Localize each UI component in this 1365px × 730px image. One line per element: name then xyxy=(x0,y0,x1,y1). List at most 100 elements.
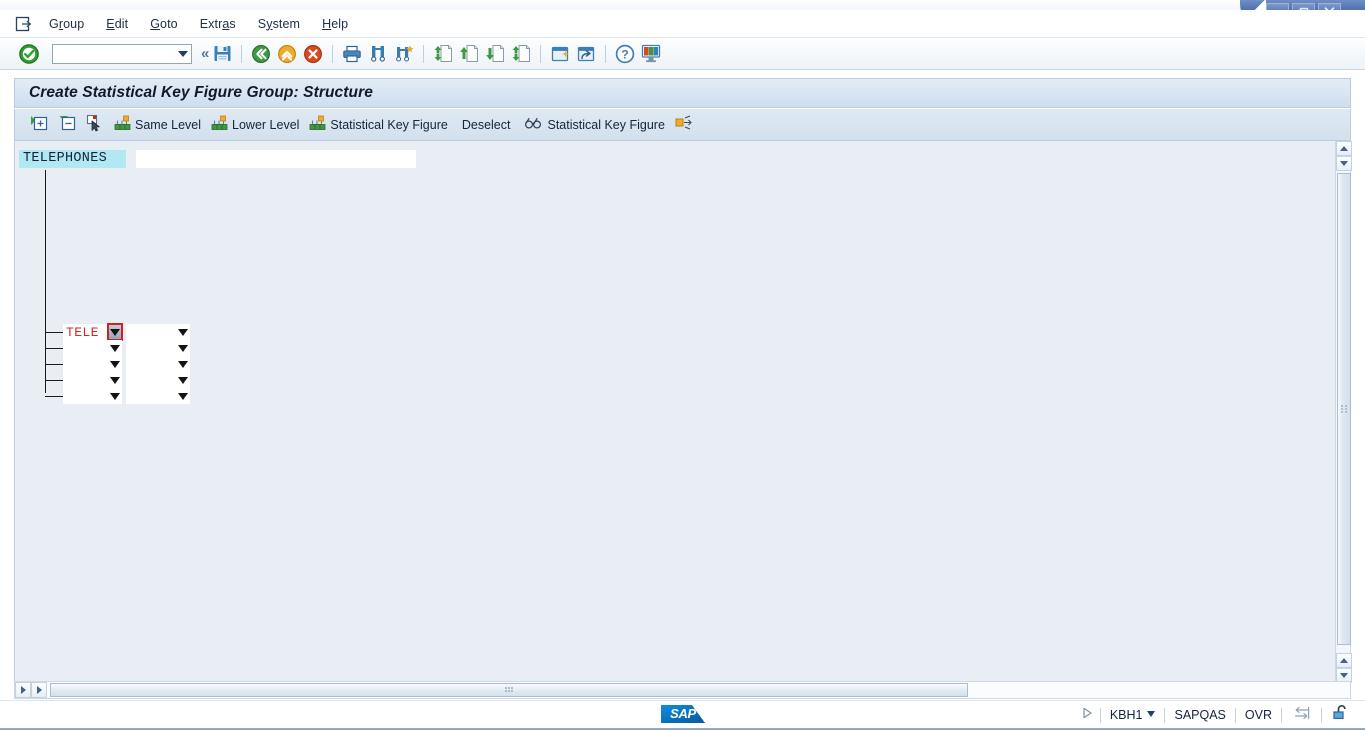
key-figure-from-input[interactable] xyxy=(63,324,108,340)
exit-button[interactable] xyxy=(274,41,300,67)
lower-level-button[interactable]: Lower Level xyxy=(206,112,304,138)
key-figure-to-dropdown-button[interactable] xyxy=(176,340,190,356)
enter-button[interactable] xyxy=(18,43,40,65)
key-figure-to-field[interactable] xyxy=(126,372,176,388)
find-statistical-key-figure-label: Statistical Key Figure xyxy=(547,117,665,132)
data-transfer-icon xyxy=(1282,706,1321,725)
menu-item-help[interactable]: Help xyxy=(311,13,359,35)
horizontal-scrollbar-thumb[interactable] xyxy=(50,683,968,697)
find-button[interactable] xyxy=(365,41,391,67)
layout-menu-button[interactable] xyxy=(638,41,664,67)
chevron-down-icon[interactable] xyxy=(1147,711,1156,717)
expand-arrows-icon xyxy=(675,115,693,134)
scroll-down-button-top[interactable] xyxy=(1336,156,1352,171)
system-id-selector[interactable]: KBH1 xyxy=(1101,708,1165,722)
scroll-up-button-top[interactable] xyxy=(1336,141,1352,156)
tree-row[interactable] xyxy=(63,372,190,388)
key-figure-from-field[interactable] xyxy=(63,388,108,404)
tree-row[interactable] xyxy=(63,323,190,341)
tree-row[interactable] xyxy=(63,340,190,356)
status-bar-right: KBH1 SAPQAS OVR xyxy=(1080,700,1365,730)
expand-node-icon xyxy=(30,114,48,135)
tree-connector-horizontal xyxy=(45,396,63,397)
key-figure-to-dropdown-button[interactable] xyxy=(176,388,190,404)
last-page-button[interactable] xyxy=(508,41,534,67)
horizontal-scrollbar[interactable] xyxy=(14,681,1351,699)
menu-item-group[interactable]: Group xyxy=(38,13,95,35)
command-field[interactable] xyxy=(52,43,192,64)
create-session-button[interactable] xyxy=(547,41,573,67)
system-toolbar: « ? xyxy=(0,38,1365,70)
cancel-button[interactable] xyxy=(300,41,326,67)
toolbar-separator xyxy=(423,44,425,63)
chevron-down-icon xyxy=(110,328,120,336)
scroll-right-button-end[interactable] xyxy=(15,682,31,698)
key-figure-from-dropdown-button[interactable] xyxy=(108,340,122,356)
menu-item-extras[interactable]: Extras xyxy=(189,13,247,35)
key-figure-from-field[interactable] xyxy=(63,356,108,372)
chevron-down-icon[interactable] xyxy=(178,50,188,57)
triangle-right-icon xyxy=(20,686,26,694)
page-title-text: Create Statistical Key Figure Group: Str… xyxy=(29,84,373,101)
sap-menu-icon[interactable] xyxy=(8,11,38,37)
tree-row[interactable] xyxy=(63,388,190,404)
key-figure-to-field[interactable] xyxy=(126,388,176,404)
tree-root-description-input[interactable] xyxy=(136,150,416,168)
scrollbar-grip-icon xyxy=(505,687,513,693)
expand-subtree-button[interactable] xyxy=(25,112,53,138)
chevron-down-icon xyxy=(178,328,188,336)
same-level-button[interactable]: Same Level xyxy=(109,112,206,138)
print-button[interactable] xyxy=(339,41,365,67)
lock-open-icon[interactable] xyxy=(1322,704,1365,726)
key-figure-from-field[interactable] xyxy=(63,340,108,356)
next-page-button[interactable] xyxy=(482,41,508,67)
expand-all-button[interactable] xyxy=(670,112,698,138)
menu-item-edit[interactable]: Edit xyxy=(95,13,139,35)
window-title-bar xyxy=(0,0,1365,10)
key-figure-to-field[interactable] xyxy=(126,356,176,372)
insert-mode-label[interactable]: OVR xyxy=(1236,708,1281,722)
key-figure-to-dropdown-button[interactable] xyxy=(176,372,190,388)
tree-root-row[interactable]: TELEPHONES xyxy=(19,150,416,168)
back-button[interactable] xyxy=(248,41,274,67)
key-figure-to-field[interactable] xyxy=(126,324,176,340)
tree-root-label[interactable]: TELEPHONES xyxy=(19,150,126,168)
scrollbar-grip-icon xyxy=(1341,405,1347,413)
key-figure-from-field[interactable] xyxy=(63,372,108,388)
session-play-icon[interactable] xyxy=(1080,706,1094,725)
toolbar-separator xyxy=(605,44,607,63)
collapse-toolbar-icon[interactable]: « xyxy=(201,45,209,62)
first-page-button[interactable] xyxy=(430,41,456,67)
vertical-scrollbar-thumb[interactable] xyxy=(1337,173,1351,645)
select-block-button[interactable] xyxy=(81,112,109,138)
chevron-down-icon xyxy=(178,392,188,400)
key-figure-to-dropdown-button[interactable] xyxy=(176,324,190,340)
same-level-label: Same Level xyxy=(135,117,202,132)
triangle-up-icon xyxy=(1340,146,1348,151)
scroll-right-button[interactable] xyxy=(31,682,47,698)
command-input[interactable] xyxy=(56,45,174,62)
create-shortcut-button[interactable] xyxy=(573,41,599,67)
find-statistical-key-figure-button[interactable]: Statistical Key Figure xyxy=(519,112,669,138)
scroll-up-button-bottom[interactable] xyxy=(1336,653,1352,668)
menu-item-goto[interactable]: Goto xyxy=(139,13,189,35)
key-figure-to-field[interactable] xyxy=(126,340,176,356)
triangle-down-icon xyxy=(1340,673,1348,678)
insert-statistical-key-figure-button[interactable]: Statistical Key Figure xyxy=(304,112,452,138)
key-figure-from-dropdown-button[interactable] xyxy=(108,372,122,388)
deselect-button[interactable]: Deselect xyxy=(453,112,520,138)
save-button[interactable] xyxy=(209,41,235,67)
menu-item-system[interactable]: System xyxy=(247,13,311,35)
vertical-scrollbar[interactable] xyxy=(1335,141,1352,698)
key-figure-from-dropdown-button[interactable] xyxy=(108,356,122,372)
chevron-down-icon xyxy=(178,344,188,352)
help-button[interactable]: ? xyxy=(612,41,638,67)
collapse-subtree-button[interactable] xyxy=(53,112,81,138)
tree-connector-horizontal xyxy=(45,348,63,349)
key-figure-to-dropdown-button[interactable] xyxy=(176,356,190,372)
previous-page-button[interactable] xyxy=(456,41,482,67)
key-figure-from-dropdown-button[interactable] xyxy=(108,388,122,404)
key-figure-from-dropdown-button[interactable] xyxy=(107,323,123,341)
find-next-button[interactable] xyxy=(391,41,417,67)
tree-row[interactable] xyxy=(63,356,190,372)
